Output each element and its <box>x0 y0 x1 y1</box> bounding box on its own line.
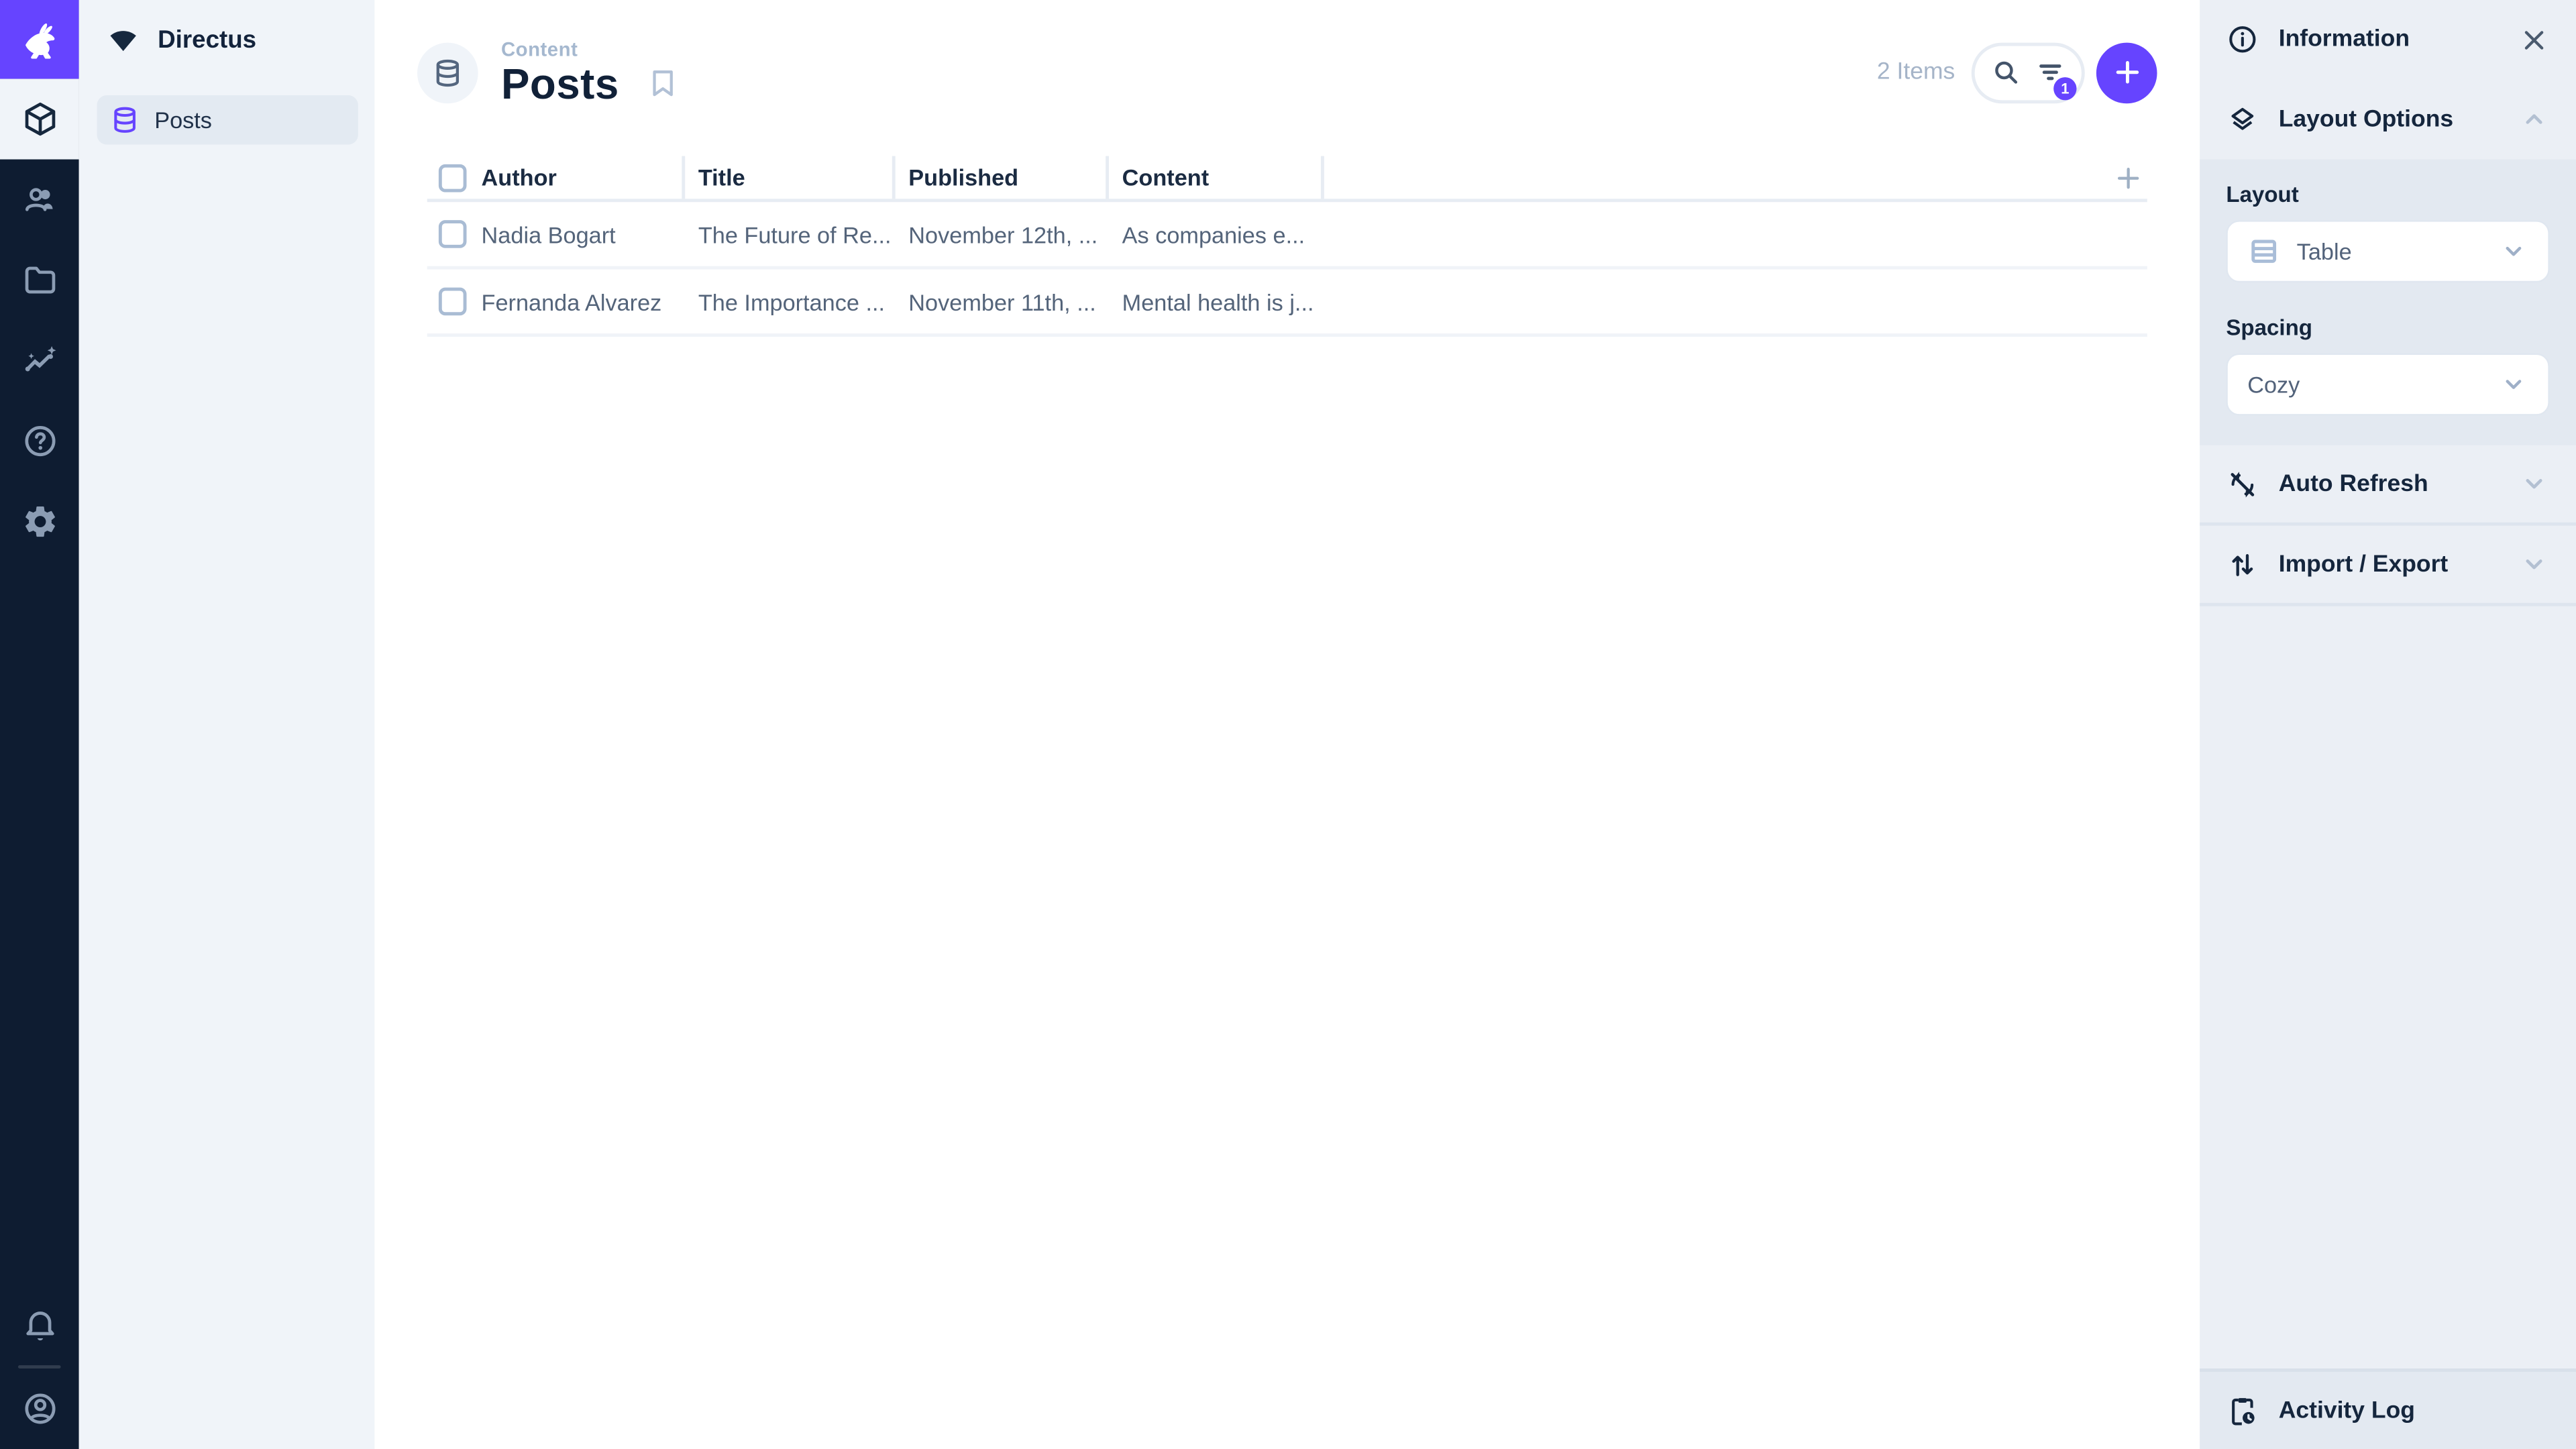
filter-button[interactable]: 1 <box>2035 58 2077 101</box>
database-icon <box>114 107 136 133</box>
table-layout-icon <box>2251 239 2277 263</box>
add-item-button[interactable] <box>2096 42 2157 103</box>
auto-refresh-label: Auto Refresh <box>2278 470 2428 497</box>
account-button[interactable] <box>0 1368 79 1449</box>
layout-options-panel: Layout Table Spacing Cozy <box>2200 159 2576 445</box>
table-row[interactable]: Fernanda Alvarez The Importance ... Nove… <box>427 270 2147 337</box>
project-name: Directus <box>158 25 257 54</box>
add-column-button[interactable] <box>2112 162 2147 193</box>
items-table: Author Title Published Content Nadia Bog… <box>427 156 2147 337</box>
cell-author: Nadia Bogart <box>481 221 616 248</box>
collection-nav: Posts <box>79 79 375 145</box>
table-row[interactable]: Nadia Bogart The Future of Re... Novembe… <box>427 202 2147 270</box>
import-export-section-header[interactable]: Import / Export <box>2200 526 2576 606</box>
layers-icon <box>2231 107 2254 130</box>
project-bar[interactable]: Directus <box>79 0 375 79</box>
chevron-up-icon <box>2526 114 2542 125</box>
sync-disabled-icon <box>2231 471 2255 497</box>
cell-published: November 12th, ... <box>908 221 1098 248</box>
row-checkbox[interactable] <box>438 287 467 316</box>
spacing-select-value: Cozy <box>2247 371 2300 398</box>
module-files[interactable] <box>0 240 79 321</box>
activity-log-button[interactable]: Activity Log <box>2200 1368 2576 1449</box>
module-settings[interactable] <box>0 482 79 562</box>
column-header-title[interactable]: Title <box>685 156 896 199</box>
title-block: Content Posts <box>500 38 678 108</box>
select-all-checkbox[interactable] <box>438 163 467 192</box>
plus-icon <box>2115 61 2138 84</box>
import-export-label: Import / Export <box>2278 551 2449 578</box>
module-content[interactable] <box>0 78 79 160</box>
notifications-button[interactable] <box>0 1285 79 1365</box>
layout-select[interactable]: Table <box>2226 220 2550 283</box>
layout-field-label: Layout <box>2226 182 2299 207</box>
module-nav <box>0 78 79 562</box>
main-content: Content Posts 2 Items 1 Author Title Pub… <box>374 0 2200 1449</box>
module-help[interactable] <box>0 401 79 482</box>
items-count: 2 Items <box>1876 59 1955 86</box>
layout-options-section-header[interactable]: Layout Options <box>2200 80 2576 160</box>
spacing-field-label: Spacing <box>2226 315 2312 340</box>
activity-log-clipboard-icon <box>2232 1397 2255 1425</box>
header-actions: 2 Items 1 <box>1877 42 2157 103</box>
bookmark-button[interactable] <box>647 67 678 99</box>
chevron-down-icon <box>2526 479 2542 489</box>
select-all-cell <box>427 163 468 192</box>
info-icon <box>2229 26 2256 53</box>
cell-title: The Importance ... <box>698 288 885 315</box>
module-insights[interactable] <box>0 321 79 401</box>
sidebar-item-posts[interactable]: Posts <box>97 95 358 145</box>
collection-icon-button[interactable] <box>417 42 478 103</box>
info-sidebar: Information Layout Options Layout Table … <box>2200 0 2576 1449</box>
cell-content: Mental health is j... <box>1122 288 1314 315</box>
wifi-signal-icon <box>110 31 136 52</box>
page-title: Posts <box>500 58 619 108</box>
directus-app: Directus Posts Content Posts 2 Items 1 A… <box>0 0 2576 1449</box>
cell-title: The Future of Re... <box>698 221 892 248</box>
nav-sidebar: Directus Posts <box>78 0 375 1449</box>
layout-options-label: Layout Options <box>2278 106 2454 133</box>
module-bar-bottom <box>0 1285 79 1449</box>
sidebar-header: Information <box>2200 0 2576 80</box>
spacing-select[interactable]: Cozy <box>2226 353 2550 416</box>
chevron-down-icon <box>2526 559 2542 570</box>
bookmark-icon <box>652 70 673 97</box>
chevron-down-icon <box>2506 380 2522 389</box>
search-icon[interactable] <box>1991 58 2021 87</box>
database-icon <box>436 58 460 86</box>
plus-icon <box>2117 166 2139 189</box>
layout-select-value: Table <box>2296 238 2352 265</box>
close-icon[interactable] <box>2518 24 2550 56</box>
filter-count-badge: 1 <box>2053 77 2077 101</box>
column-header-published[interactable]: Published <box>896 156 1110 199</box>
import-export-arrows-icon <box>2232 553 2253 576</box>
directus-rabbit-logo[interactable] <box>0 0 79 79</box>
column-header-author[interactable]: Author <box>468 156 686 199</box>
table-header-row: Author Title Published Content <box>427 156 2147 203</box>
chevron-down-icon <box>2506 246 2522 256</box>
page-header: Content Posts 2 Items 1 <box>374 0 2200 156</box>
sidebar-item-label: Posts <box>154 107 212 133</box>
activity-log-label: Activity Log <box>2278 1397 2415 1424</box>
search-filter-pill: 1 <box>1971 42 2085 103</box>
module-users[interactable] <box>0 160 79 240</box>
breadcrumb[interactable]: Content <box>501 38 678 60</box>
row-checkbox[interactable] <box>438 220 467 248</box>
cell-author: Fernanda Alvarez <box>481 288 662 315</box>
sidebar-title: Information <box>2278 26 2410 53</box>
auto-refresh-section-header[interactable]: Auto Refresh <box>2200 445 2576 526</box>
column-header-content[interactable]: Content <box>1109 156 1324 199</box>
cell-content: As companies e... <box>1122 221 1305 248</box>
cell-published: November 11th, ... <box>908 288 1096 315</box>
module-bar <box>0 0 79 1449</box>
